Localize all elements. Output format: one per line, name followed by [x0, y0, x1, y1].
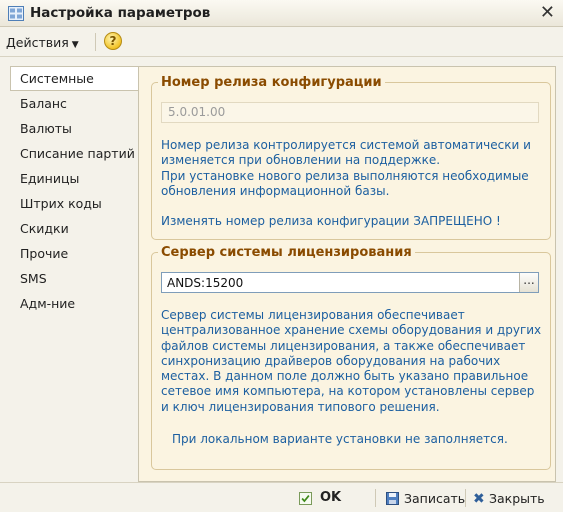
close-icon: ✖ [473, 491, 485, 507]
sidebar-item-label: Системные [20, 71, 94, 86]
sidebar-item-discounts[interactable]: Скидки [10, 216, 139, 241]
select-server-button[interactable]: ... [519, 273, 538, 292]
settings-form-icon [8, 6, 24, 21]
bottom-separator [375, 489, 376, 507]
sidebar-item-label: Валюты [20, 121, 72, 136]
sidebar-item-label: Списание партий [20, 146, 135, 161]
sidebar-item-units[interactable]: Единицы [10, 166, 139, 191]
release-description-line: Номер релиза контролируется системой авт… [161, 138, 531, 168]
sidebar-item-barcodes[interactable]: Штрих коды [10, 191, 139, 216]
license-server-field-wrapper: ... [161, 272, 539, 293]
floppy-disk-icon [386, 492, 399, 505]
license-server-group: Сервер системы лицензирования ... Сервер… [151, 245, 551, 470]
license-server-input[interactable] [162, 273, 517, 292]
sidebar-item-balance[interactable]: Баланс [10, 91, 139, 116]
sidebar-item-label: Прочие [20, 246, 69, 261]
checkmark-icon [299, 492, 312, 505]
release-description: Номер релиза контролируется системой авт… [161, 138, 546, 229]
chevron-down-icon: ▼ [71, 40, 79, 50]
save-button[interactable]: Записать [404, 491, 465, 506]
license-description: Сервер системы лицензирования обеспечива… [161, 308, 546, 447]
close-icon[interactable]: ✕ [540, 2, 555, 23]
release-number-group: Номер релиза конфигурации 5.0.01.00 Номе… [151, 75, 551, 240]
release-number-field: 5.0.01.00 [161, 102, 539, 123]
actions-menu-label: Действия [6, 35, 69, 50]
release-number-legend: Номер релиза конфигурации [161, 75, 382, 90]
sidebar-item-label: Скидки [20, 221, 69, 236]
bottom-bar: OK Записать ✖ Закрыть [0, 482, 563, 512]
sidebar-item-sms[interactable]: SMS [10, 266, 139, 291]
ok-button[interactable]: OK [320, 490, 341, 505]
sidebar-item-admin[interactable]: Адм-ние [10, 291, 139, 316]
release-description-line: При установке нового релиза выполняются … [161, 168, 529, 198]
sidebar-item-system[interactable]: Системные [10, 66, 139, 91]
sidebar-item-label: Баланс [20, 96, 67, 111]
actions-menu-button[interactable]: Действия ▼ [6, 35, 79, 50]
help-icon[interactable]: ? [104, 32, 122, 50]
sidebar-item-label: Штрих коды [20, 196, 102, 211]
sidebar-item-batch-writeoff[interactable]: Списание партий [10, 141, 139, 166]
license-description-text: Сервер системы лицензирования обеспечива… [161, 308, 542, 414]
settings-panel: Номер релиза конфигурации 5.0.01.00 Номе… [138, 66, 556, 482]
license-server-legend: Сервер системы лицензирования [161, 245, 412, 260]
toolbar-separator [95, 33, 96, 51]
sidebar-item-label: Единицы [20, 171, 80, 186]
close-button[interactable]: Закрыть [489, 491, 545, 506]
license-local-note: При локальном варианте установки не запо… [172, 432, 508, 447]
window-title: Настройка параметров [30, 5, 211, 21]
sidebar-item-label: Адм-ние [20, 296, 76, 311]
title-bar: Настройка параметров ✕ [0, 0, 563, 27]
sidebar-item-label: SMS [20, 271, 47, 286]
sidebar-item-currencies[interactable]: Валюты [10, 116, 139, 141]
bottom-separator [465, 489, 466, 507]
sidebar: Системные Баланс Валюты Списание партий … [10, 66, 139, 482]
release-warning-text: Изменять номер релиза конфигурации ЗАПРЕ… [161, 214, 501, 229]
sidebar-item-other[interactable]: Прочие [10, 241, 139, 266]
toolbar: Действия ▼ ? [0, 27, 563, 57]
